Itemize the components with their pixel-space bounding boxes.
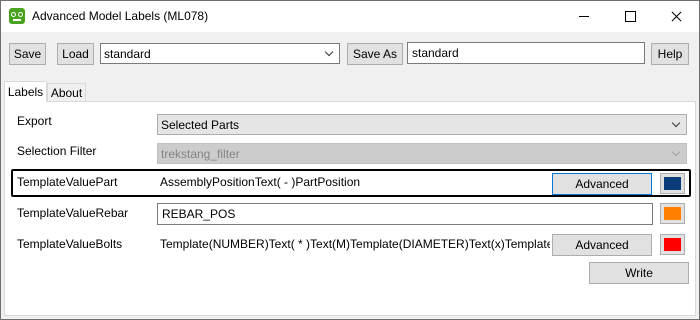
template-value-rebar-label: TemplateValueRebar (17, 206, 129, 220)
export-label: Export (17, 114, 52, 128)
template-value-part-label: TemplateValuePart (17, 175, 118, 189)
selection-filter-value: trekstang_filter (161, 146, 240, 161)
export-select-value: Selected Parts (161, 117, 240, 132)
chevron-down-icon (671, 118, 681, 128)
close-icon[interactable] (653, 1, 699, 32)
export-select[interactable]: Selected Parts (157, 114, 687, 135)
part-color-swatch[interactable] (660, 173, 685, 194)
write-button[interactable]: Write (589, 262, 689, 284)
load-button[interactable]: Load (57, 43, 94, 65)
app-logo-icon (9, 8, 25, 24)
chevron-down-icon (671, 147, 681, 157)
selection-filter-select: trekstang_filter (157, 143, 687, 164)
rebar-color-swatch[interactable] (660, 203, 685, 224)
preset-select[interactable]: standard (100, 43, 340, 64)
selection-filter-label: Selection Filter (17, 144, 97, 158)
template-value-bolts-label: TemplateValueBolts (17, 237, 123, 251)
template-value-rebar-input[interactable]: REBAR_POS (157, 203, 653, 225)
save-button[interactable]: Save (9, 43, 46, 65)
save-as-name-input[interactable]: standard (407, 42, 645, 64)
template-value-part-text[interactable]: AssemblyPositionText( - )PartPosition (160, 175, 360, 189)
title-bar[interactable]: Advanced Model Labels (ML078) (1, 1, 699, 32)
minimize-icon[interactable] (561, 1, 607, 32)
help-button[interactable]: Help (651, 43, 689, 65)
chevron-down-icon (324, 47, 334, 57)
bolts-color-swatch[interactable] (660, 234, 685, 255)
window-title: Advanced Model Labels (ML078) (32, 9, 209, 23)
template-value-bolts-text[interactable]: Template(NUMBER)Text( * )Text(M)Template… (160, 237, 550, 251)
save-as-button[interactable]: Save As (347, 43, 403, 65)
maximize-icon[interactable] (607, 1, 653, 32)
part-advanced-button[interactable]: Advanced (552, 173, 652, 195)
tab-about[interactable]: About (47, 83, 86, 102)
preset-select-value: standard (104, 46, 151, 61)
bolts-advanced-button[interactable]: Advanced (552, 234, 652, 256)
app-window: Advanced Model Labels (ML078) Save Load … (0, 0, 700, 320)
tab-labels[interactable]: Labels (4, 81, 47, 102)
